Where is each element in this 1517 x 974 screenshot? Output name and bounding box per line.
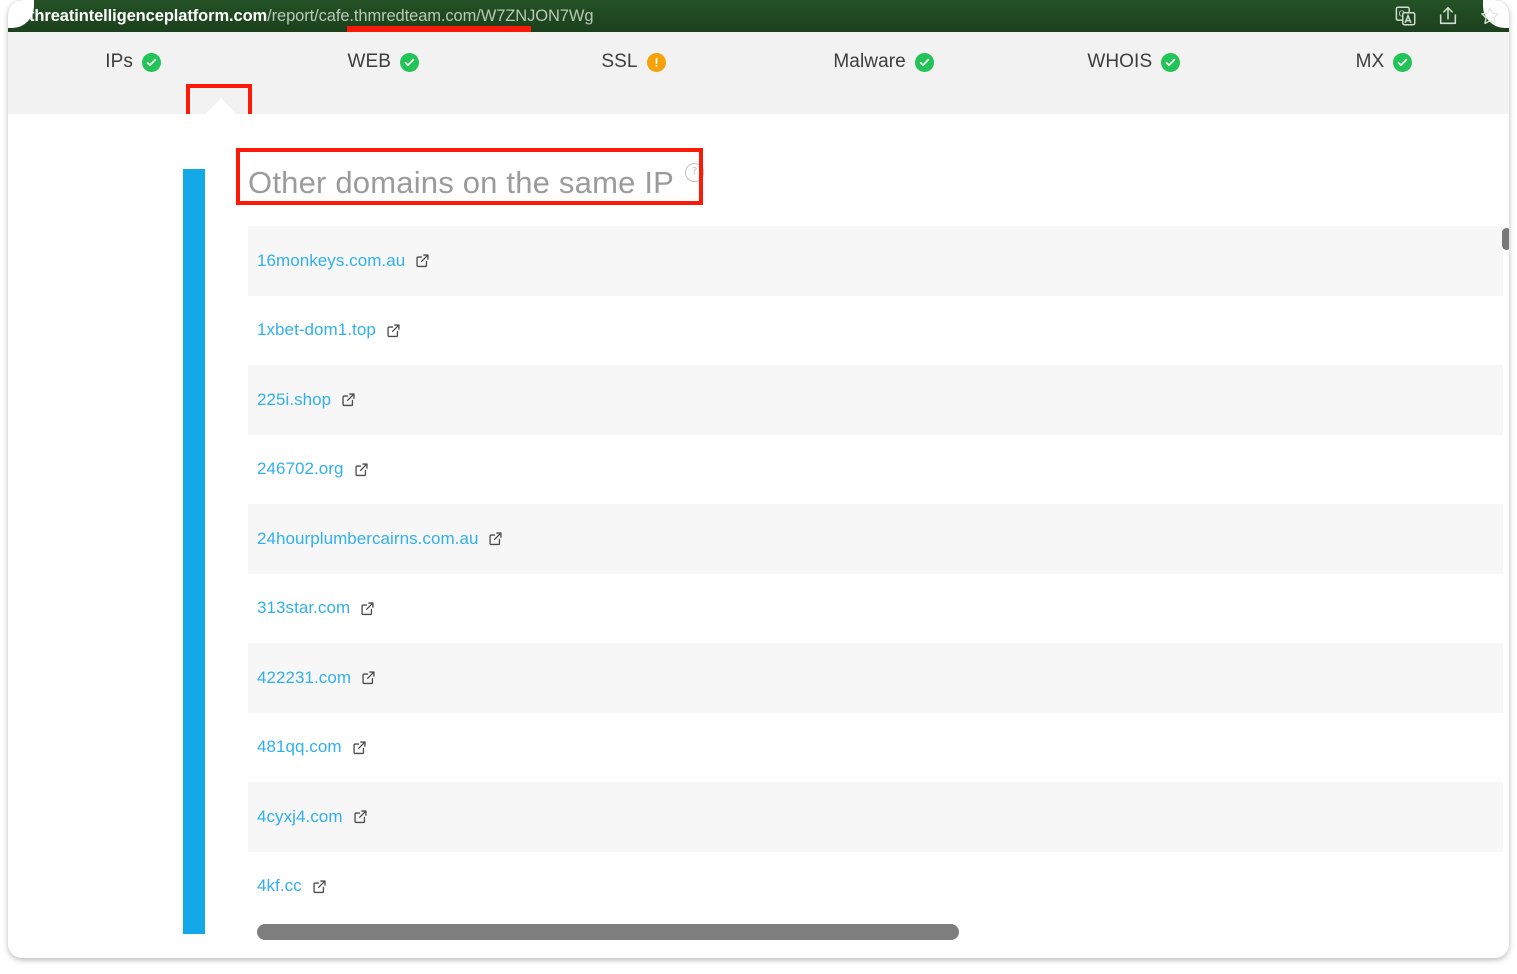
share-icon[interactable] — [1437, 5, 1459, 27]
tab-whois[interactable]: WHOIS — [1009, 32, 1259, 92]
tab-mx-label: MX — [1355, 51, 1385, 72]
external-link-icon[interactable] — [360, 601, 375, 616]
domain-list: 16monkeys.com.au 1xbet-dom1.top 225i.sho… — [248, 226, 1509, 921]
panel-header: Other domains on the same IP ? — [236, 148, 1503, 212]
report-page: Other domains on the same IP ? 16monkeys… — [8, 114, 1509, 958]
page-title: Other domains on the same IP — [248, 165, 675, 200]
url-highlight-annotation — [347, 26, 531, 32]
external-link-icon[interactable] — [386, 323, 401, 338]
list-item[interactable]: 24hourplumbercairns.com.au — [248, 504, 1503, 574]
check-circle-icon — [400, 52, 420, 72]
tab-malware[interactable]: Malware — [759, 32, 1009, 92]
section-accent-bar — [183, 169, 205, 934]
list-item[interactable]: 16monkeys.com.au — [248, 226, 1503, 296]
domain-link[interactable]: 16monkeys.com.au — [257, 251, 405, 271]
domain-link[interactable]: 246702.org — [257, 459, 344, 479]
list-item[interactable]: 313star.com — [248, 573, 1503, 643]
external-link-icon[interactable] — [488, 531, 503, 546]
tab-ssl[interactable]: SSL — [508, 32, 758, 92]
domain-link[interactable]: 24hourplumbercairns.com.au — [257, 529, 478, 549]
help-circle-icon[interactable]: ? — [685, 163, 705, 182]
domain-link[interactable]: 1xbet-dom1.top — [257, 320, 376, 340]
external-link-icon[interactable] — [353, 809, 368, 824]
external-link-icon[interactable] — [415, 253, 430, 268]
vertical-scrollbar-thumb[interactable] — [1502, 228, 1509, 250]
horizontal-scrollbar-thumb[interactable] — [257, 924, 959, 940]
list-item[interactable]: 225i.shop — [248, 365, 1503, 435]
tab-mx[interactable]: MX — [1259, 32, 1509, 92]
favorite-star-icon[interactable] — [1479, 5, 1501, 27]
tab-malware-label: Malware — [833, 51, 906, 72]
domain-link[interactable]: 481qq.com — [257, 737, 342, 757]
list-item[interactable]: 422231.com — [248, 643, 1503, 713]
horizontal-scrollbar[interactable] — [257, 924, 1509, 940]
list-item[interactable]: 1xbet-dom1.top — [248, 295, 1503, 365]
url-path: /report/cafe.thmredteam.com/W7ZNJON7Wg — [267, 7, 594, 25]
domain-link[interactable]: 4cyxj4.com — [257, 807, 343, 827]
tab-ips-label: IPs — [105, 51, 133, 72]
domain-link[interactable]: 422231.com — [257, 668, 351, 688]
check-circle-icon — [914, 52, 934, 72]
list-item[interactable]: 481qq.com — [248, 712, 1503, 782]
tab-web[interactable]: WEB — [258, 32, 508, 92]
list-item[interactable]: 246702.org — [248, 434, 1503, 504]
tab-web-label: WEB — [347, 51, 392, 72]
external-link-icon[interactable] — [361, 670, 376, 685]
tab-whois-label: WHOIS — [1087, 51, 1153, 72]
domain-link[interactable]: 313star.com — [257, 598, 350, 618]
translate-icon[interactable]: G — [1395, 5, 1417, 27]
external-link-icon[interactable] — [352, 740, 367, 755]
list-item[interactable]: 4kf.cc — [248, 851, 1503, 921]
list-item[interactable]: 4cyxj4.com — [248, 782, 1503, 852]
exclamation-circle-icon — [646, 52, 666, 72]
browser-window: threatintelligenceplatform.com/report/ca… — [8, 0, 1509, 958]
address-bar-url[interactable]: threatintelligenceplatform.com/report/ca… — [29, 4, 594, 28]
screenshot-root: threatintelligenceplatform.com/report/ca… — [0, 0, 1517, 974]
tab-ssl-label: SSL — [601, 51, 638, 72]
address-bar-actions: G — [1395, 0, 1501, 32]
report-tabs: IPs WEB SSL Malware WHOIS MX — [8, 32, 1509, 92]
external-link-icon[interactable] — [354, 462, 369, 477]
browser-address-bar[interactable]: threatintelligenceplatform.com/report/ca… — [8, 0, 1509, 32]
url-host: threatintelligenceplatform.com — [29, 7, 268, 25]
domain-link[interactable]: 225i.shop — [257, 390, 331, 410]
external-link-icon[interactable] — [341, 392, 356, 407]
check-circle-icon — [141, 52, 161, 72]
domain-link[interactable]: 4kf.cc — [257, 876, 302, 896]
tab-ips[interactable]: IPs — [8, 32, 258, 92]
report-tabstrip: IPs WEB SSL Malware WHOIS MX — [8, 32, 1509, 125]
other-domains-panel: Other domains on the same IP ? 16monkeys… — [236, 148, 1509, 940]
external-link-icon[interactable] — [312, 879, 327, 894]
check-circle-icon — [1161, 52, 1181, 72]
check-circle-icon — [1393, 52, 1413, 72]
vertical-scrollbar[interactable] — [1501, 226, 1509, 916]
